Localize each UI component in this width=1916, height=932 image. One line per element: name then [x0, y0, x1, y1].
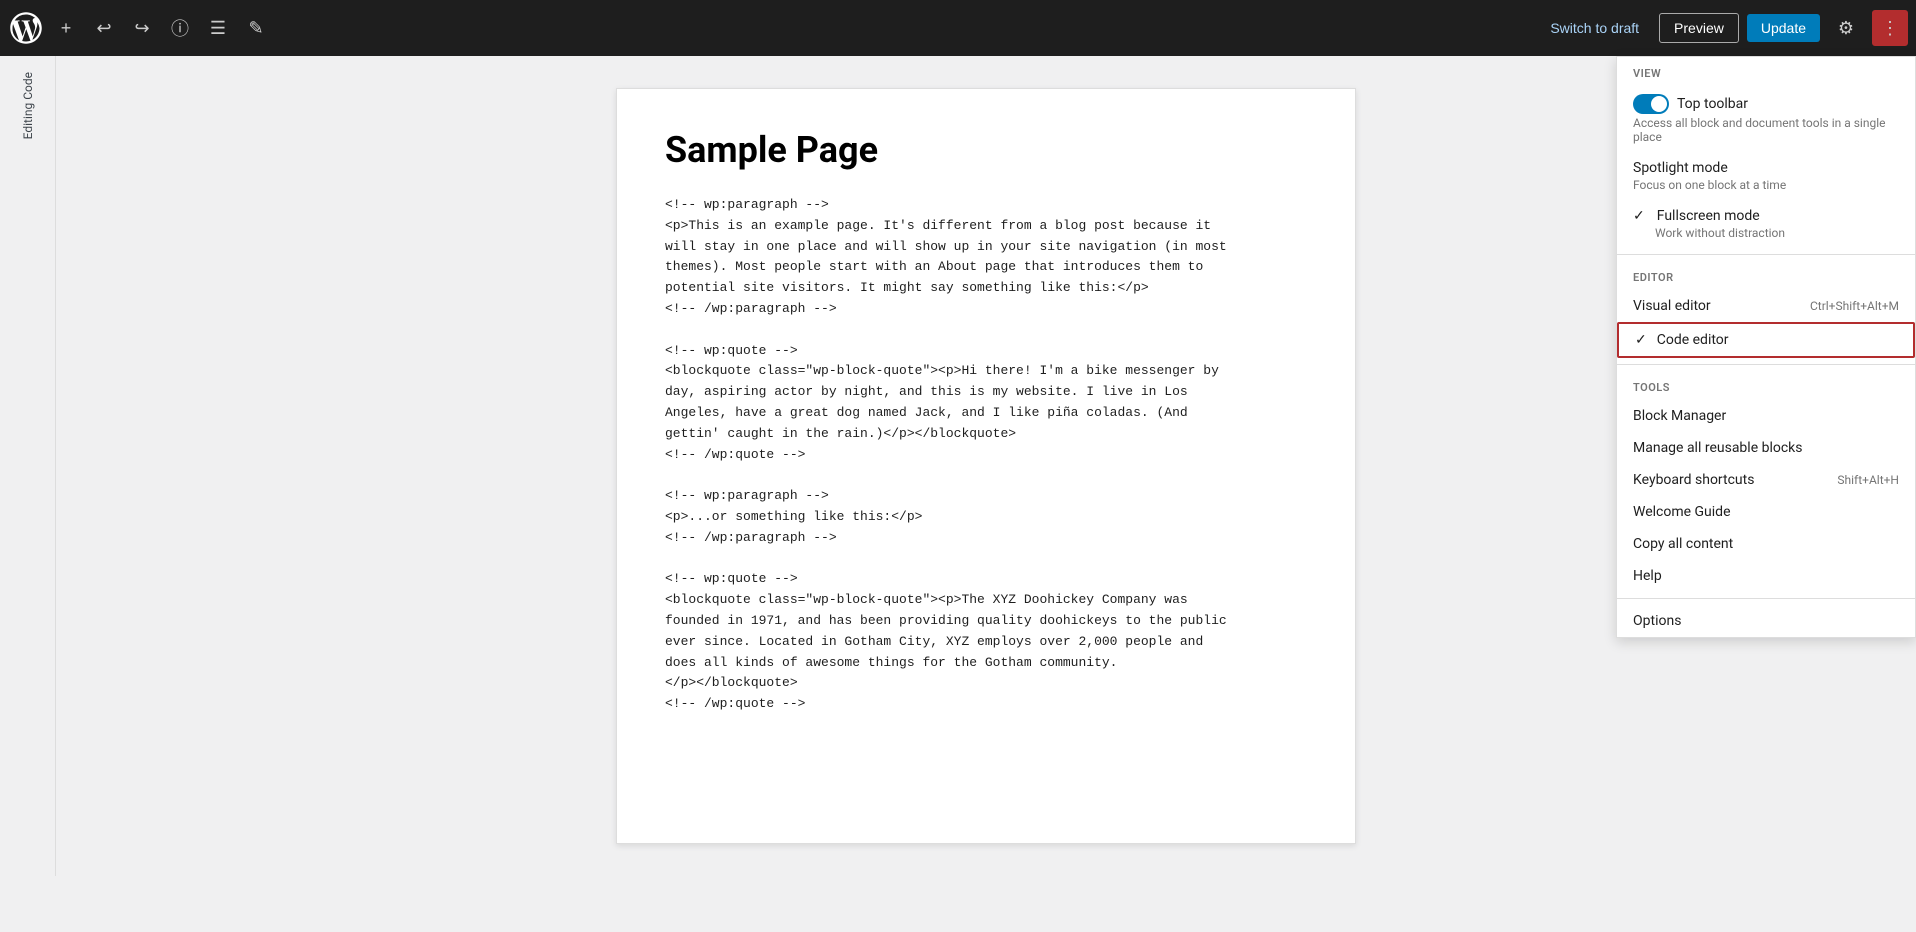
welcome-guide-label: Welcome Guide — [1633, 504, 1731, 520]
toolbar-icons: + ↩ ↪ ⓘ ☰ ✎ — [48, 10, 274, 46]
block-manager-label: Block Manager — [1633, 408, 1726, 424]
divider-2 — [1617, 364, 1915, 365]
code-editor-label: Code editor — [1657, 332, 1729, 348]
editor-section-label: Editor — [1617, 261, 1915, 290]
more-options-button[interactable]: ⋮ — [1872, 10, 1908, 46]
top-toolbar-desc: Access all block and document tools in a… — [1633, 116, 1899, 144]
undo-button[interactable]: ↩ — [86, 10, 122, 46]
redo-button[interactable]: ↪ — [124, 10, 160, 46]
keyboard-shortcuts-label: Keyboard shortcuts — [1633, 472, 1754, 488]
settings-button[interactable]: ⚙ — [1828, 10, 1864, 46]
fullscreen-check-icon: ✓ — [1633, 208, 1645, 224]
visual-editor-shortcut: Ctrl+Shift+Alt+M — [1810, 299, 1899, 313]
code-editor-check-icon: ✓ — [1635, 332, 1647, 348]
keyboard-shortcuts-item[interactable]: Keyboard shortcuts Shift+Alt+H — [1617, 464, 1915, 496]
toolbar-right: Switch to draft Preview Update ⚙ ⋮ — [1538, 10, 1908, 46]
view-section-label: View — [1617, 57, 1915, 86]
wp-logo[interactable] — [8, 10, 44, 46]
add-block-button[interactable]: + — [48, 10, 84, 46]
top-toolbar-item[interactable]: Top toolbar Access all block and documen… — [1617, 86, 1915, 152]
options-label: Options — [1633, 613, 1681, 629]
dropdown-menu: View Top toolbar Access all block and do… — [1616, 56, 1916, 638]
divider-3 — [1617, 598, 1915, 599]
top-toolbar-toggle[interactable] — [1633, 94, 1669, 114]
editing-code-label: Editing Code — [21, 72, 35, 139]
welcome-guide-item[interactable]: Welcome Guide — [1617, 496, 1915, 528]
info-button[interactable]: ⓘ — [162, 10, 198, 46]
visual-editor-item[interactable]: Visual editor Ctrl+Shift+Alt+M — [1617, 290, 1915, 322]
options-item[interactable]: Options — [1617, 605, 1915, 637]
spotlight-mode-title: Spotlight mode — [1633, 160, 1728, 176]
preview-button[interactable]: Preview — [1659, 13, 1739, 43]
divider-1 — [1617, 254, 1915, 255]
tools-button[interactable]: ✎ — [238, 10, 274, 46]
spotlight-mode-desc: Focus on one block at a time — [1633, 178, 1786, 192]
main-toolbar: + ↩ ↪ ⓘ ☰ ✎ Switch to draft Preview Upda… — [0, 0, 1916, 56]
page-title: Sample Page — [665, 129, 1307, 171]
top-toolbar-title: Top toolbar — [1677, 96, 1748, 112]
help-item[interactable]: Help — [1617, 560, 1915, 592]
fullscreen-mode-title: Fullscreen mode — [1657, 208, 1760, 224]
left-sidebar: Editing Code — [0, 56, 56, 876]
spotlight-mode-item[interactable]: Spotlight mode Focus on one block at a t… — [1617, 152, 1915, 200]
keyboard-shortcuts-shortcut: Shift+Alt+H — [1837, 473, 1899, 487]
help-label: Help — [1633, 568, 1662, 584]
visual-editor-label: Visual editor — [1633, 298, 1711, 314]
fullscreen-mode-item[interactable]: ✓ Fullscreen mode Work without distracti… — [1617, 200, 1915, 248]
manage-reusable-item[interactable]: Manage all reusable blocks — [1617, 432, 1915, 464]
toggle-thumb — [1651, 96, 1667, 112]
copy-all-item[interactable]: Copy all content — [1617, 528, 1915, 560]
block-manager-item[interactable]: Block Manager — [1617, 400, 1915, 432]
list-view-button[interactable]: ☰ — [200, 10, 236, 46]
fullscreen-mode-desc: Work without distraction — [1655, 226, 1785, 240]
code-block[interactable]: <!-- wp:paragraph --> <p>This is an exam… — [665, 195, 1307, 715]
copy-all-label: Copy all content — [1633, 536, 1733, 552]
switch-draft-button[interactable]: Switch to draft — [1538, 14, 1651, 42]
tools-section-label: Tools — [1617, 371, 1915, 400]
code-editor-item[interactable]: ✓ Code editor — [1617, 322, 1915, 358]
manage-reusable-label: Manage all reusable blocks — [1633, 440, 1803, 456]
update-button[interactable]: Update — [1747, 14, 1820, 42]
editor-content[interactable]: Sample Page <!-- wp:paragraph --> <p>Thi… — [616, 88, 1356, 844]
